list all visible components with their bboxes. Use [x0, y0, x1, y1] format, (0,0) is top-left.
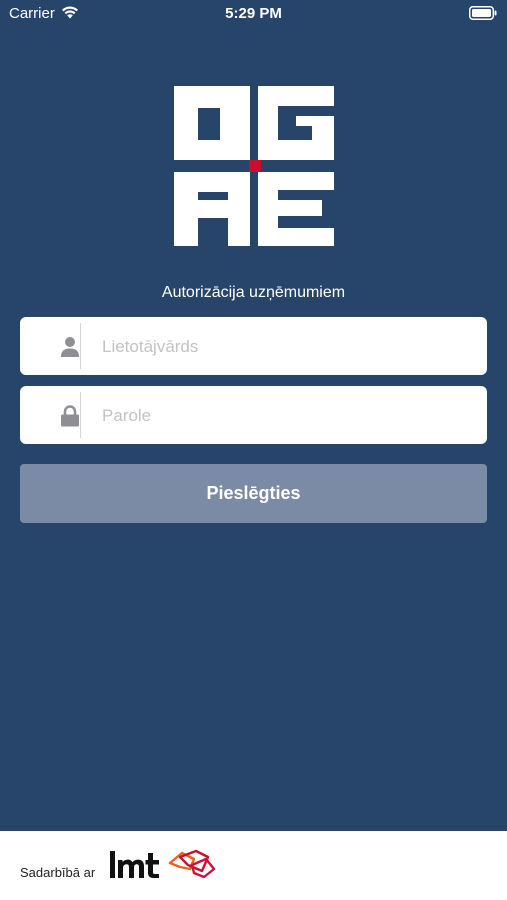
partner-label: Sadarbībā ar	[20, 865, 96, 880]
user-icon	[61, 337, 79, 357]
password-input[interactable]	[100, 386, 474, 446]
ogre-logo	[174, 86, 334, 246]
password-separator	[80, 392, 81, 438]
username-field[interactable]	[20, 317, 487, 377]
lmt-logo	[110, 849, 216, 879]
username-separator	[80, 323, 81, 369]
username-input[interactable]	[100, 317, 474, 377]
footer: Sadarbībā ar	[0, 831, 507, 900]
lock-icon	[61, 405, 79, 427]
status-bar: Carrier 5:29 PM	[0, 0, 507, 28]
battery-icon	[469, 6, 497, 20]
login-subtitle: Autorizācija uzņēmumiem	[161, 284, 346, 301]
password-field[interactable]	[20, 386, 487, 446]
login-button[interactable]: Pieslēgties	[20, 464, 487, 523]
status-time: 5:29 PM	[225, 5, 282, 22]
